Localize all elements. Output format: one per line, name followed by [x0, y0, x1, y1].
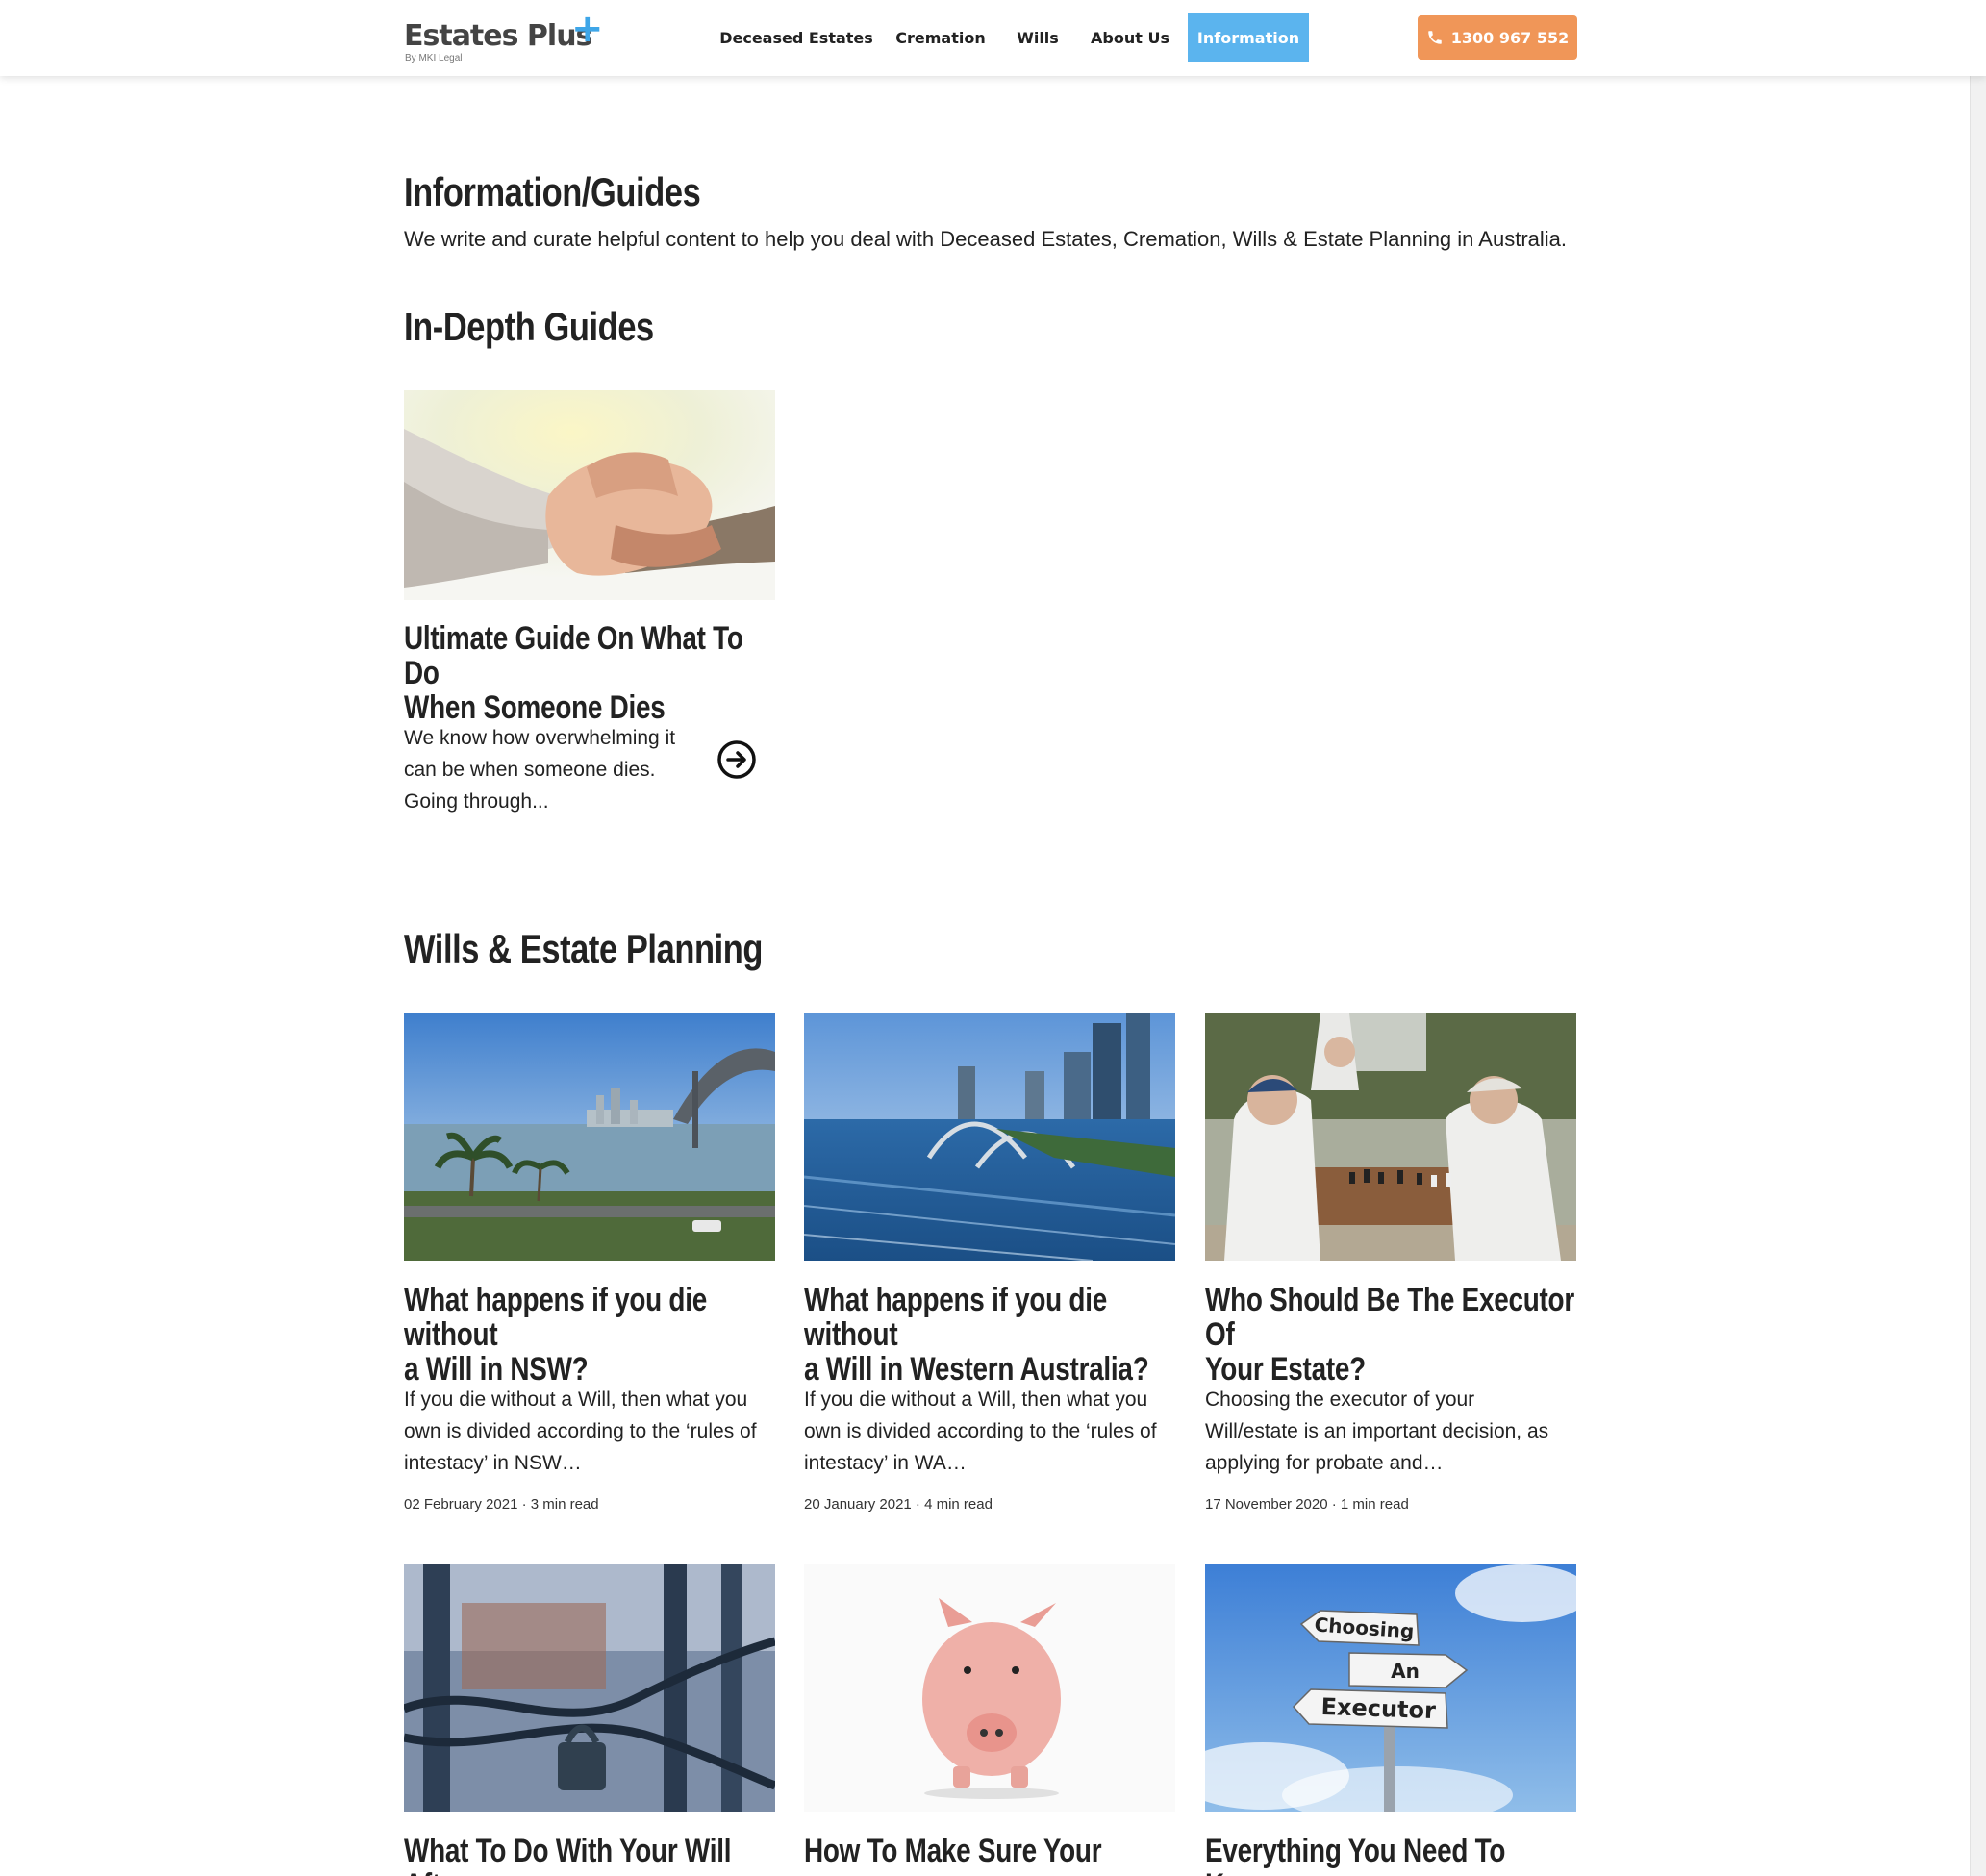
post-card-image[interactable]: [1205, 1013, 1576, 1261]
post-card-title[interactable]: What To Do With Your Will After: [404, 1834, 774, 1876]
page-title: Information/Guides: [404, 169, 701, 214]
post-card-image[interactable]: Choosing An Executor: [1205, 1564, 1576, 1812]
post-card-title[interactable]: Who Should Be The Executor Of Your Estat…: [1205, 1283, 1575, 1387]
post-card-meta: 17 November 2020 · 1 min read: [1205, 1496, 1409, 1513]
section-heading-wills: Wills & Estate Planning: [404, 926, 763, 971]
post-card[interactable]: What happens if you die without a Will i…: [804, 1013, 1175, 1523]
site-header: Estates Plus + By MKI Legal Deceased Est…: [0, 0, 1986, 76]
post-card-excerpt: If you die without a Will, then what you…: [404, 1388, 757, 1474]
post-card-meta: 02 February 2021 · 3 min read: [404, 1496, 599, 1513]
post-card-excerpt: Choosing the executor of your Will/estat…: [1205, 1388, 1549, 1474]
post-card-title[interactable]: Everything You Need To Know: [1205, 1834, 1575, 1876]
logo-plus: +: [571, 7, 604, 51]
nav-cremation[interactable]: Cremation: [892, 13, 989, 62]
post-card[interactable]: What To Do With Your Will After: [404, 1564, 775, 1876]
post-card-image[interactable]: [404, 1564, 775, 1812]
page-lead: We write and curate helpful content to h…: [404, 227, 1568, 251]
post-card[interactable]: What happens if you die without a Will i…: [404, 1013, 775, 1523]
post-card[interactable]: Who Should Be The Executor Of Your Estat…: [1205, 1013, 1576, 1523]
post-card-title[interactable]: What happens if you die without a Will i…: [804, 1283, 1174, 1387]
guide-card[interactable]: Ultimate Guide On What To Do When Someon…: [404, 390, 775, 823]
phone-icon: [1428, 31, 1442, 44]
post-card-image[interactable]: [404, 1013, 775, 1261]
guide-card-title[interactable]: Ultimate Guide On What To Do When Someon…: [404, 621, 774, 725]
post-card[interactable]: How To Make Sure Your: [804, 1564, 1175, 1876]
nav-deceased-estates[interactable]: Deceased Estates: [719, 13, 873, 62]
nav-wills[interactable]: Wills: [1010, 13, 1066, 62]
logo-subtitle: By MKI Legal: [405, 53, 463, 63]
post-card[interactable]: Choosing An Executor Everything You Need…: [1205, 1564, 1576, 1876]
site-logo[interactable]: Estates Plus + By MKI Legal: [404, 7, 606, 67]
guide-card-excerpt: We know how overwhelming it can be when …: [404, 727, 676, 813]
post-card-meta: 20 January 2021 · 4 min read: [804, 1496, 993, 1513]
svg-text:An: An: [1391, 1660, 1420, 1683]
guide-card-image[interactable]: [404, 390, 775, 600]
post-card-title[interactable]: How To Make Sure Your: [804, 1834, 1174, 1868]
post-card-image[interactable]: [804, 1564, 1175, 1812]
phone-button[interactable]: 1300 967 552: [1418, 15, 1577, 60]
svg-text:Executor: Executor: [1320, 1693, 1436, 1724]
post-card-title[interactable]: What happens if you die without a Will i…: [404, 1283, 774, 1387]
nav-information[interactable]: Information: [1188, 13, 1309, 62]
post-card-excerpt: If you die without a Will, then what you…: [804, 1388, 1157, 1474]
nav-about-us[interactable]: About Us: [1087, 13, 1173, 62]
post-card-image[interactable]: [804, 1013, 1175, 1261]
section-heading-guides: In-Depth Guides: [404, 304, 654, 349]
phone-number: 1300 967 552: [1450, 28, 1570, 47]
logo-text: Estates Plus: [404, 19, 592, 53]
arrow-right-circle-icon[interactable]: [716, 739, 757, 780]
scrollbar[interactable]: [1970, 0, 1986, 1876]
